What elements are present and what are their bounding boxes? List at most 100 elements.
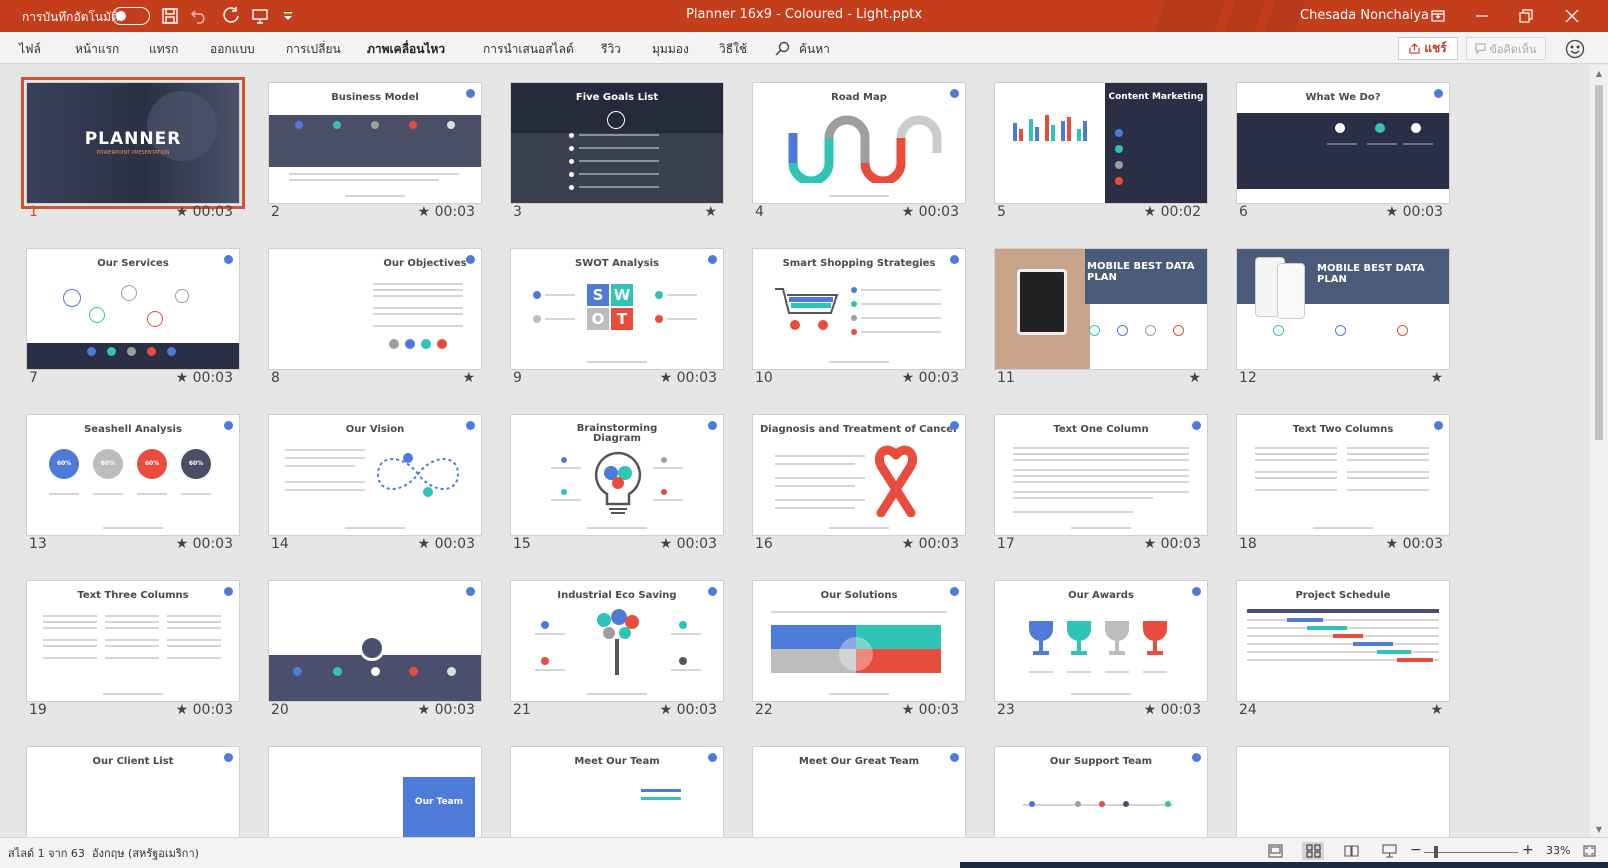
- user-name[interactable]: Chesada Nonchaiya: [1300, 8, 1429, 23]
- percent-badge: 60%: [93, 449, 123, 479]
- tell-me-search[interactable]: ค้นหา: [799, 40, 830, 59]
- slide-title: Business Model: [331, 92, 419, 103]
- slide-number: 3: [513, 204, 522, 220]
- slide-number: 6: [1239, 204, 1248, 220]
- ribbon-display-options-icon[interactable]: [1416, 0, 1460, 32]
- slide-number: 16: [755, 536, 773, 552]
- fit-to-window-icon[interactable]: [1580, 842, 1598, 860]
- restore-button[interactable]: [1504, 0, 1548, 32]
- slide-subtitle: POWERPOINT PRESENTATION: [96, 150, 170, 156]
- slide-thumbnail[interactable]: [1236, 746, 1450, 837]
- vertical-scrollbar[interactable]: ▲ ▼: [1590, 65, 1608, 837]
- tab-view[interactable]: มุมมอง: [652, 40, 689, 59]
- slide-title: Our Vision: [345, 424, 405, 435]
- zoom-in-button[interactable]: +: [1522, 842, 1534, 858]
- share-label: แชร์: [1424, 41, 1447, 55]
- slide-thumbnail[interactable]: Meet Our Great Team: [752, 746, 966, 837]
- undo-icon[interactable]: [189, 6, 209, 26]
- language-indicator[interactable]: อังกฤษ (สหรัฐอเมริกา): [92, 844, 199, 862]
- slide-title: Smart Shopping Strategies: [782, 258, 936, 269]
- slide-thumbnail[interactable]: MOBILE BEST DATA PLAN: [1236, 248, 1450, 370]
- percent-badge: 60%: [181, 449, 211, 479]
- slide-thumbnail[interactable]: Our Team: [268, 746, 482, 837]
- save-icon[interactable]: [160, 6, 180, 26]
- scroll-up-icon[interactable]: ▲: [1595, 68, 1603, 78]
- slide-thumbnail[interactable]: Industrial Eco Saving: [510, 580, 724, 702]
- slide-thumbnail[interactable]: Text Two Columns: [1236, 414, 1450, 536]
- slide-number: 13: [29, 536, 47, 552]
- slide-timing: ★ 00:03: [901, 536, 959, 552]
- customize-toolbar-icon[interactable]: [278, 6, 298, 26]
- slide-thumbnail[interactable]: What We Do?: [1236, 82, 1450, 204]
- slide-thumbnail[interactable]: Diagnosis and Treatment of Cancer: [752, 414, 966, 536]
- slide-title: Our Solutions: [820, 590, 898, 601]
- slide-thumbnail[interactable]: MOBILE BEST DATA PLAN: [994, 248, 1208, 370]
- slide-title: Meet Our Great Team: [798, 756, 920, 767]
- feedback-smiley-icon[interactable]: [1565, 39, 1585, 59]
- slide-thumbnail[interactable]: PLANNER POWERPOINT PRESENTATION: [21, 77, 245, 209]
- slide-thumbnail[interactable]: Our Services: [26, 248, 240, 370]
- slide-thumbnail[interactable]: Our Objectives: [268, 248, 482, 370]
- normal-view-icon[interactable]: [1264, 842, 1286, 860]
- slide-thumbnail[interactable]: Our Solutions: [752, 580, 966, 702]
- swot-s: S: [587, 284, 609, 306]
- slide-thumbnail[interactable]: Brainstorming Diagram: [510, 414, 724, 536]
- slide-thumbnail[interactable]: Meet Our Team: [510, 746, 724, 837]
- reading-view-icon[interactable]: [1340, 842, 1362, 860]
- slide-timing: ★ 00:03: [1143, 702, 1201, 718]
- slide-thumbnail[interactable]: Business Model: [268, 82, 482, 204]
- scrollbar-thumb[interactable]: [1595, 85, 1603, 440]
- slide-timing: ★ 00:03: [659, 370, 717, 386]
- windows-taskbar-edge: [960, 862, 1608, 868]
- share-button[interactable]: แชร์: [1398, 37, 1458, 60]
- present-from-start-icon[interactable]: [250, 6, 270, 26]
- slide-title: Our Client List: [92, 756, 174, 767]
- minimize-button[interactable]: [1460, 0, 1504, 32]
- slide-number: 24: [1239, 702, 1257, 718]
- tab-slide-show[interactable]: การนำเสนอสไลด์: [483, 40, 574, 59]
- autosave-toggle[interactable]: [112, 7, 150, 25]
- slide-title: Our Support Team: [1049, 756, 1153, 767]
- slide-timing: ★ 00:03: [1143, 536, 1201, 552]
- slide-thumbnail[interactable]: Seashell Analysis 60% 60% 60% 60%: [26, 414, 240, 536]
- tab-insert[interactable]: แทรก: [149, 40, 178, 59]
- zoom-slider[interactable]: [1424, 852, 1518, 853]
- slide-thumbnail[interactable]: Our Support Team: [994, 746, 1208, 837]
- slide-thumbnail[interactable]: Text Three Columns: [26, 580, 240, 702]
- tab-design[interactable]: ออกแบบ: [210, 40, 255, 59]
- slide-thumbnail[interactable]: Road Map: [752, 82, 966, 204]
- slide-thumbnail[interactable]: [268, 580, 482, 702]
- slide-thumbnail[interactable]: Content Marketing: [994, 82, 1208, 204]
- zoom-level[interactable]: 33%: [1546, 844, 1570, 857]
- tab-review[interactable]: รีวิว: [601, 40, 621, 59]
- slide-timing: ★ 00:03: [659, 702, 717, 718]
- search-icon[interactable]: [775, 41, 790, 59]
- tab-transitions[interactable]: การเปลี่ยน: [286, 40, 341, 59]
- comments-button[interactable]: ข้อคิดเห็น: [1466, 37, 1546, 60]
- slide-thumbnail[interactable]: Our Awards: [994, 580, 1208, 702]
- slide-number: 1: [29, 204, 38, 220]
- slide-thumbnail[interactable]: Text One Column: [994, 414, 1208, 536]
- slide-thumbnail[interactable]: Five Goals List: [510, 82, 724, 204]
- slide-number: 5: [997, 204, 1006, 220]
- slide-title: Our Awards: [1068, 590, 1134, 601]
- slide-show-view-icon[interactable]: [1378, 842, 1400, 860]
- slide-sorter-view-icon[interactable]: [1302, 842, 1324, 860]
- ribbon-tabs: ไฟล์ หน้าแรก แทรก ออกแบบ การเปลี่ยน ภาพเ…: [0, 32, 1608, 68]
- zoom-out-button[interactable]: −: [1410, 842, 1422, 858]
- zoom-slider-thumb[interactable]: [1434, 846, 1438, 858]
- slide-timing: ★: [462, 370, 475, 386]
- slide-thumbnail[interactable]: Project Schedule: [1236, 580, 1450, 702]
- close-button[interactable]: [1550, 0, 1594, 32]
- slide-title: Text Three Columns: [77, 590, 189, 601]
- tab-help[interactable]: วิธีใช้: [719, 40, 747, 59]
- slide-thumbnail[interactable]: Our Vision: [268, 414, 482, 536]
- slide-thumbnail[interactable]: Smart Shopping Strategies: [752, 248, 966, 370]
- slide-thumbnail[interactable]: SWOT Analysis S W O T: [510, 248, 724, 370]
- scroll-down-icon[interactable]: ▼: [1595, 824, 1603, 834]
- tab-home[interactable]: หน้าแรก: [75, 40, 119, 59]
- tab-file[interactable]: ไฟล์: [19, 40, 41, 59]
- slide-thumbnail[interactable]: Our Client List: [26, 746, 240, 837]
- redo-icon[interactable]: [221, 6, 241, 26]
- tab-animations[interactable]: ภาพเคลื่อนไหว: [367, 40, 446, 68]
